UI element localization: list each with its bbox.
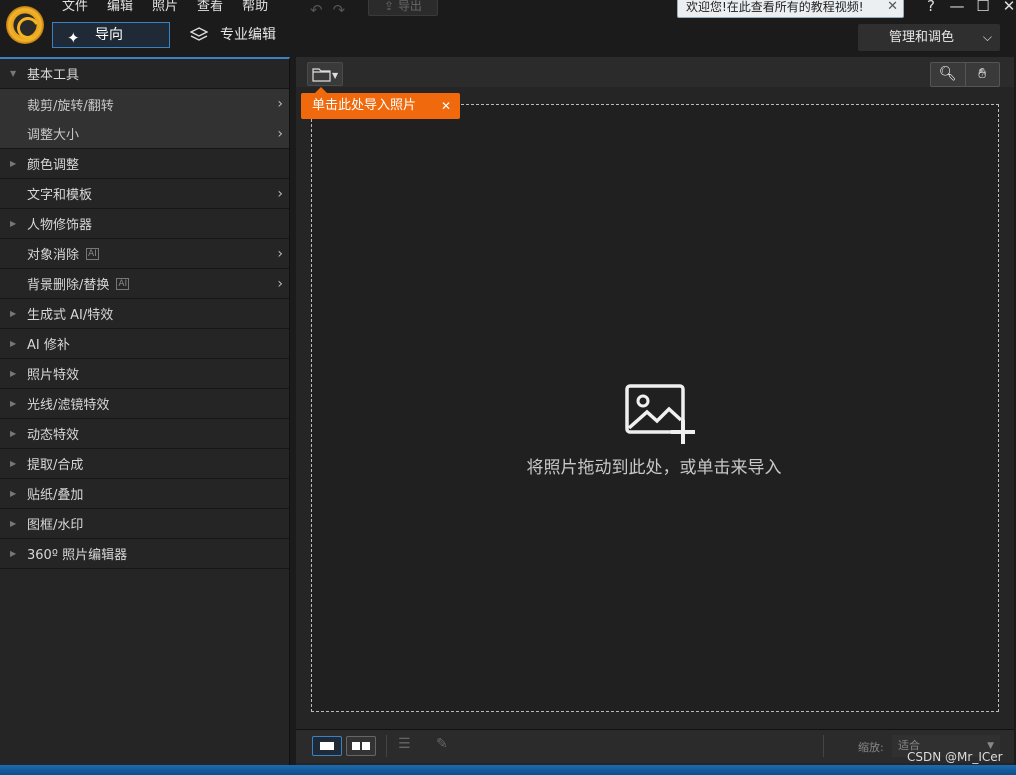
ai-badge-icon: AI [116,277,130,290]
magic-wand-icon: ✦ [67,29,80,47]
caret-right-icon: ▶ [10,339,17,348]
open-folder-button[interactable]: ▼ [307,62,343,86]
zoom-icon[interactable]: 🔍︎ [931,63,966,86]
undo-icon[interactable]: ↶ [310,1,333,19]
welcome-tip-text: 欢迎您!在此查看所有的教程视频! [686,0,864,14]
sidebar-subitem-crop[interactable]: 裁剪/旋转/翻转 › [0,89,289,119]
caret-right-icon: ▶ [10,549,17,558]
sidebar-item[interactable]: ▶ 颜色调整 [0,149,289,179]
export-icon: ⇪ [384,0,398,13]
tab-guide-label: 导向 [95,27,123,43]
sidebar-item-label: 光线/滤镜特效 [27,398,110,413]
caret-right-icon: ▶ [10,399,17,408]
close-icon[interactable]: ✕ [441,93,451,119]
drop-instruction: 将照片拖动到此处，或单击来导入 [526,458,782,478]
sidebar-item-label: 照片特效 [27,368,80,383]
caret-right-icon: ▶ [10,489,17,498]
watermark: CSDN @Mr_ICer [907,750,1003,764]
chevron-right-icon: › [277,125,283,142]
menu-bar: 文件 编辑 照片 查看 帮助 [62,0,287,15]
welcome-tip[interactable]: 欢迎您!在此查看所有的教程视频! ✕ [677,0,904,18]
sidebar-item-label: AI 修补 [27,338,70,353]
import-callout[interactable]: 单击此处导入照片 ✕ [301,87,460,119]
close-icon[interactable]: ✕ [887,0,898,17]
sidebar-list: ▶ 颜色调整文字和模板 › ▶ 人物修饰器对象消除 AI › 背景删除/替换 AI › ▶ 生成式 A… [0,149,289,569]
menu-file[interactable]: 文件 [62,0,88,15]
sidebar-item-label: 360º 照片编辑器 [27,548,128,563]
sidebar-header-basic-tools[interactable]: ▼ 基本工具 [0,59,289,89]
sidebar-item[interactable]: ▶ 360º 照片编辑器 [0,539,289,569]
edit-pen-icon[interactable]: ✎ [436,736,448,752]
compare-view-icon[interactable] [346,736,376,756]
folder-icon [312,67,331,82]
chevron-right-icon: › [277,245,283,262]
taskbar-strip [0,765,1016,775]
sidebar-item[interactable]: ▶ 动态特效 [0,419,289,449]
sidebar-item[interactable]: ▶ 生成式 AI/特效 [0,299,289,329]
sidebar-item-label: 动态特效 [27,428,80,443]
chevron-right-icon: › [277,185,283,202]
sidebar-subitem-resize[interactable]: 调整大小 › [0,119,289,149]
sidebar-item-label: 人物修饰器 [27,218,93,233]
help-icon[interactable]: ? [918,0,944,15]
menu-help[interactable]: 帮助 [242,0,268,15]
manage-dropdown[interactable]: 管理和调色 ⌵ [858,24,1000,51]
sidebar-item[interactable]: 文字和模板 › [0,179,289,209]
add-image-icon[interactable] [625,384,697,446]
tab-pro-edit[interactable]: 专业编辑 [190,24,276,46]
sidebar-item[interactable]: 对象消除 AI › [0,239,289,269]
menu-edit[interactable]: 编辑 [107,0,133,15]
sidebar-item[interactable]: ▶ 光线/滤镜特效 [0,389,289,419]
maximize-icon[interactable]: ☐ [970,0,996,15]
chevron-right-icon: › [277,96,283,112]
menu-view[interactable]: 查看 [197,0,223,15]
caret-right-icon: ▶ [10,309,17,318]
tools-sidebar: ▼ 基本工具 裁剪/旋转/翻转 › 调整大小 › ▶ 颜色调整文字和模板 › ▶ 人物修… [0,57,290,765]
sidebar-item[interactable]: ▶ 照片特效 [0,359,289,389]
divider [823,735,824,757]
menu-photo[interactable]: 照片 [152,0,178,15]
window-controls: ? — ☐ ✕ [918,0,1016,15]
minimize-icon[interactable]: — [944,0,970,15]
sidebar-item-label: 贴纸/叠加 [27,488,84,503]
compare-split-icon[interactable]: ☰ [398,736,411,752]
undo-redo-group: ↶↷ [310,1,355,19]
sidebar-item-label: 文字和模板 [27,188,93,203]
sidebar-item-label: 图框/水印 [27,518,84,533]
caret-right-icon: ▶ [10,159,17,168]
zoom-label: 缩放: [858,741,884,754]
sidebar-item[interactable]: ▶ AI 修补 [0,329,289,359]
sidebar-item[interactable]: ▶ 人物修饰器 [0,209,289,239]
divider [386,735,387,757]
sidebar-item[interactable]: ▶ 贴纸/叠加 [0,479,289,509]
dropdown-caret-icon: ▼ [332,71,339,80]
workspace-toolbar: ▼ 🔍︎ ✋︎ [296,57,1014,87]
app-logo-icon [6,6,44,44]
caret-right-icon: ▶ [10,429,17,438]
caret-right-icon: ▶ [10,519,17,528]
caret-right-icon: ▶ [10,219,17,228]
tab-guide[interactable]: ✦ 导向 [52,22,170,48]
sidebar-item-label: 背景删除/替换 [27,278,110,293]
tab-pro-label: 专业编辑 [220,27,276,43]
sidebar-item-label: 生成式 AI/特效 [27,308,114,323]
ai-badge-icon: AI [86,247,99,260]
window-close-icon[interactable]: ✕ [996,0,1016,15]
single-view-icon[interactable] [312,736,342,756]
redo-icon[interactable]: ↷ [333,1,356,19]
chevron-right-icon: › [277,275,283,292]
pan-hand-icon[interactable]: ✋︎ [966,63,1000,86]
caret-right-icon: ▶ [10,369,17,378]
chevron-down-icon: ⌵ [982,30,992,44]
sidebar-item-label: 对象消除 [27,248,80,263]
layers-icon [190,27,208,41]
sidebar-item[interactable]: ▶ 图框/水印 [0,509,289,539]
export-button[interactable]: ⇪ 导出 [368,0,438,16]
sidebar-item-label: 颜色调整 [27,158,80,173]
caret-down-icon: ▼ [10,69,17,78]
view-tool-group: 🔍︎ ✋︎ [930,62,1000,87]
sidebar-item[interactable]: 背景删除/替换 AI › [0,269,289,299]
